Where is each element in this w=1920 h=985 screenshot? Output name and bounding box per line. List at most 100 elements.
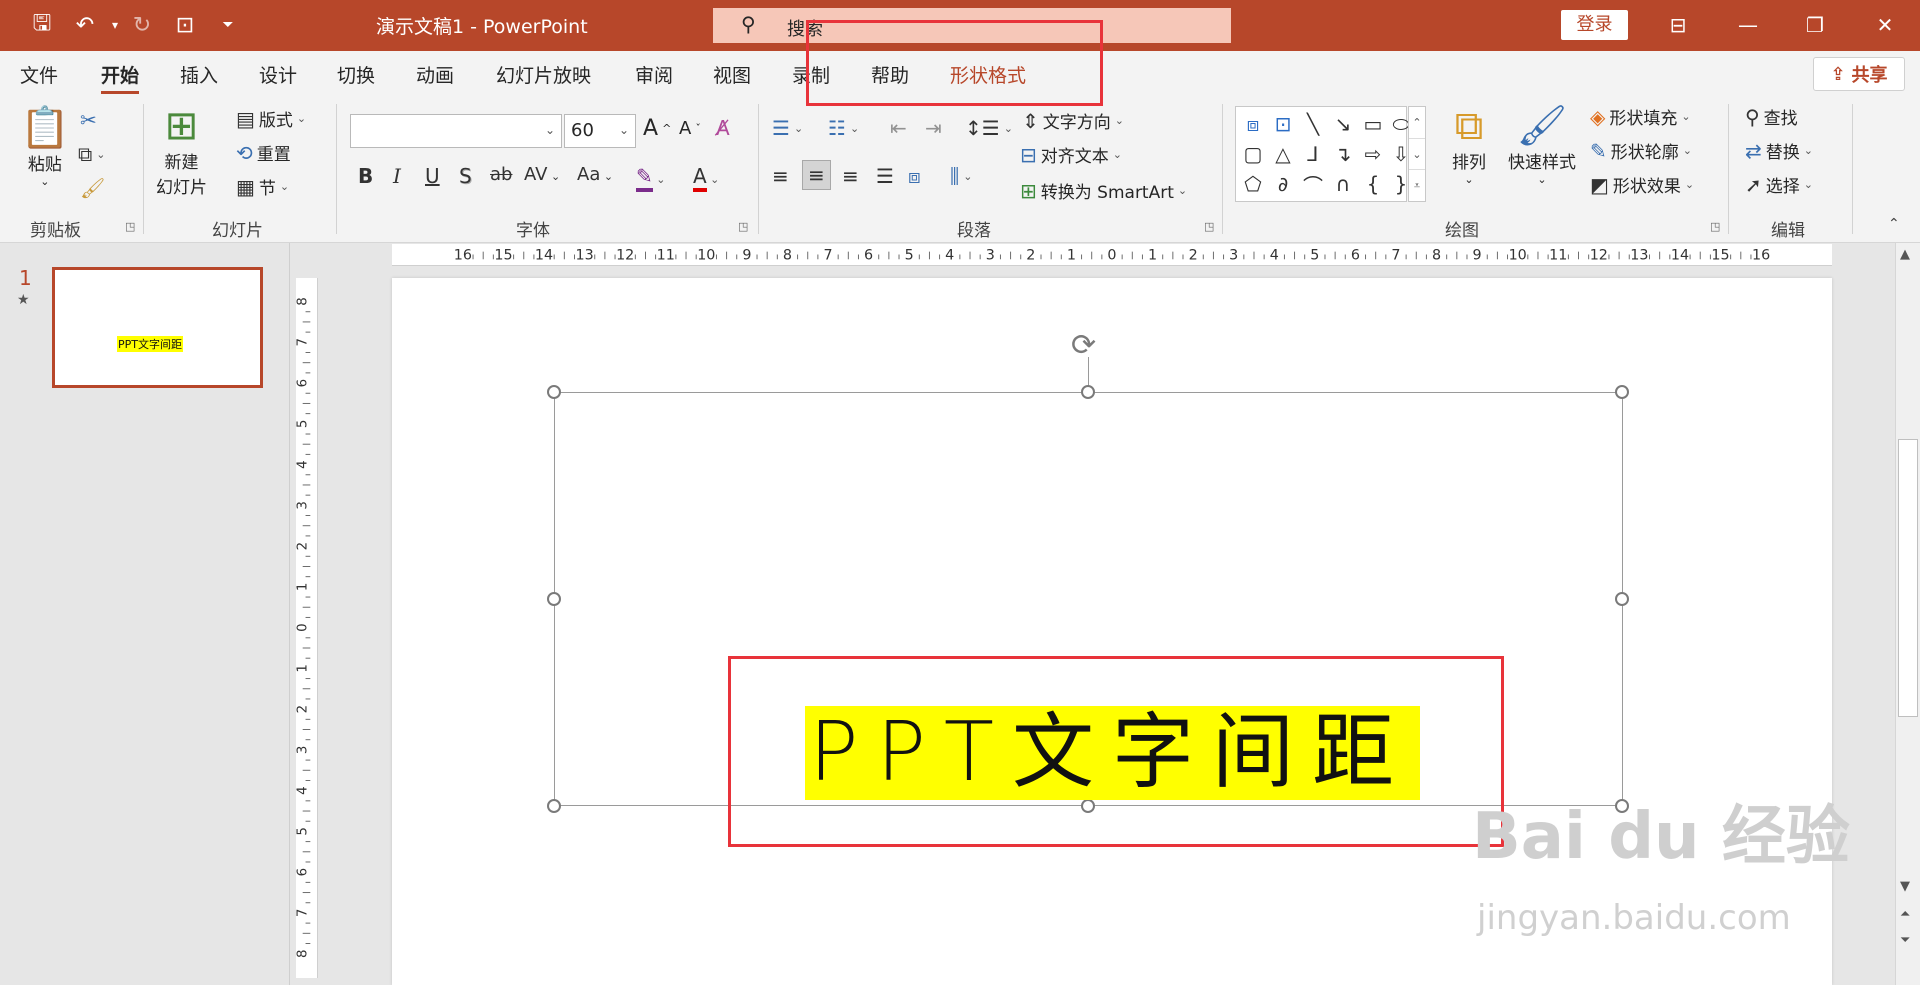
right-arrow-shape-icon[interactable]: ⇨ [1358, 139, 1388, 169]
clipboard-launcher-icon[interactable]: ◳ [125, 220, 135, 233]
tab-review[interactable]: 审阅 [635, 61, 673, 88]
align-right-button[interactable]: ≡ [842, 164, 859, 188]
cut-button[interactable]: ✂ [80, 108, 97, 132]
select-button[interactable]: ➚ 选择 ⌄ [1745, 172, 1813, 198]
scroll-down-icon[interactable]: ▼ [1900, 879, 1910, 894]
columns-button[interactable]: ⫼ ⌄ [950, 164, 972, 188]
tab-animations[interactable]: 动画 [416, 61, 454, 88]
save-icon[interactable]: 🖫 [27, 10, 57, 40]
vertical-scrollbar[interactable]: ▲ ▼ ⏶ ⏷ [1895, 243, 1920, 985]
collapse-ribbon-icon[interactable]: ⌃ [1888, 216, 1900, 232]
copy-button[interactable]: ⧉ ⌄ [78, 142, 106, 166]
elbow-arrow-shape-icon[interactable]: ↴ [1328, 139, 1358, 169]
triangle-shape-icon[interactable]: △ [1268, 139, 1298, 169]
find-button[interactable]: ⚲ 查找 [1745, 104, 1798, 130]
bold-button[interactable]: B [358, 164, 373, 188]
arc-shape-icon[interactable]: ⌒ [1298, 169, 1328, 199]
text-direction-button[interactable]: ⇕ 文字方向 ⌄ [1022, 108, 1124, 134]
resize-handle-top-right[interactable] [1615, 385, 1629, 399]
shape-outline-button[interactable]: ✎ 形状轮廓 ⌄ [1590, 138, 1692, 164]
customize-quick-access-icon[interactable]: ⏷ [213, 10, 243, 40]
shape-effects-button[interactable]: ◩ 形状效果 ⌄ [1590, 172, 1694, 198]
reset-button[interactable]: ⟲ 重置 [236, 140, 291, 166]
paragraph-launcher-icon[interactable]: ◳ [1204, 220, 1214, 233]
tab-insert[interactable]: 插入 [180, 61, 218, 88]
elbow-connector-shape-icon[interactable]: ⅃ [1298, 139, 1328, 169]
undo-icon[interactable]: ↶ [70, 10, 100, 40]
underline-button[interactable]: U [425, 164, 440, 188]
clear-formatting-button[interactable]: A̸ [716, 116, 730, 140]
tab-slideshow[interactable]: 幻灯片放映 [496, 61, 591, 88]
present-icon[interactable]: ⊡ [170, 10, 200, 40]
justify-button[interactable]: ☰ [876, 164, 894, 188]
vertical-textbox-shape-icon[interactable]: ⊡ [1268, 109, 1298, 139]
align-text-button[interactable]: ⊟ 对齐文本 ⌄ [1020, 142, 1122, 168]
resize-handle-top-left[interactable] [547, 385, 561, 399]
numbering-button[interactable]: ☷ ⌄ [828, 116, 859, 140]
font-size-select[interactable]: 60 ⌄ [564, 114, 636, 148]
close-icon[interactable]: ✕ [1865, 8, 1905, 42]
undo-dropdown-icon[interactable]: ▾ [100, 10, 130, 40]
tab-view[interactable]: 视图 [713, 61, 751, 88]
arrange-button[interactable]: ⧉ 排列 ⌄ [1452, 104, 1486, 186]
convert-smartart-button[interactable]: ⊞ 转换为 SmartArt ⌄ [1020, 178, 1187, 204]
share-button[interactable]: ⇪ 共享 [1813, 57, 1905, 91]
scribble-shape-icon[interactable]: ∂ [1268, 169, 1298, 199]
resize-handle-left[interactable] [547, 592, 561, 606]
minimize-icon[interactable]: — [1728, 8, 1768, 42]
more-shapes-icon[interactable]: ⩡ [1409, 169, 1425, 200]
resize-handle-bottom-left[interactable] [547, 799, 561, 813]
shape-fill-button[interactable]: ◈ 形状填充 ⌄ [1590, 104, 1691, 130]
line-shape-icon[interactable]: ╲ [1298, 109, 1328, 139]
new-slide-button[interactable]: ⊞ 新建 幻灯片 [156, 104, 207, 198]
redo-icon[interactable]: ↻ [127, 10, 157, 40]
shapes-gallery-scroll[interactable]: ⌃ ⌄ ⩡ [1408, 106, 1426, 202]
character-spacing-button[interactable]: AV ⌄ [524, 164, 560, 185]
restore-icon[interactable]: ❐ [1795, 8, 1835, 42]
bullets-button[interactable]: ☰ ⌄ [772, 116, 803, 140]
quick-styles-button[interactable]: 🖌 快速样式 ⌄ [1508, 104, 1576, 186]
tab-transitions[interactable]: 切换 [337, 61, 375, 88]
change-case-button[interactable]: Aa ⌄ [577, 164, 613, 185]
line-spacing-button[interactable]: ↕☰ ⌄ [965, 116, 1013, 140]
font-launcher-icon[interactable]: ◳ [738, 220, 748, 233]
format-painter-button[interactable]: 🖌 [80, 176, 105, 200]
slide-thumbnail[interactable]: PPT文字间距 [52, 267, 263, 388]
scrollbar-thumb[interactable] [1898, 439, 1918, 717]
chevron-down-icon[interactable]: ⌄ [1409, 138, 1425, 169]
strikethrough-button[interactable]: ab [490, 164, 512, 185]
replace-button[interactable]: ⇄ 替换 ⌄ [1745, 138, 1813, 164]
grow-font-button[interactable]: A ^ [643, 116, 671, 141]
font-name-select[interactable]: ⌄ [350, 114, 562, 148]
chevron-up-icon[interactable]: ⌃ [1409, 107, 1425, 138]
shrink-font-button[interactable]: Aˇ [679, 118, 701, 139]
scroll-up-icon[interactable]: ▲ [1900, 247, 1910, 262]
tab-file[interactable]: 文件 [20, 61, 58, 88]
tab-design[interactable]: 设计 [259, 61, 297, 88]
font-color-button[interactable]: A ⌄ [693, 164, 719, 192]
rounded-rectangle-shape-icon[interactable]: ▢ [1238, 139, 1268, 169]
login-button[interactable]: 登录 [1561, 10, 1628, 40]
section-button[interactable]: ▦ 节 ⌄ [236, 174, 289, 200]
freeform-shape-icon[interactable]: ⬠ [1238, 169, 1268, 199]
left-brace-shape-icon[interactable]: { [1358, 169, 1388, 199]
highlight-color-button[interactable]: ✎ ⌄ [636, 164, 665, 192]
next-slide-icon[interactable]: ⏷ [1900, 933, 1910, 948]
resize-handle-top[interactable] [1081, 385, 1095, 399]
tab-home[interactable]: 开始 [101, 61, 140, 94]
align-center-button[interactable]: ≡ [802, 160, 831, 190]
ribbon-display-options-icon[interactable]: ⊟ [1658, 8, 1698, 42]
distributed-button[interactable]: ⧈ [908, 164, 921, 188]
layout-button[interactable]: ▤ 版式 ⌄ [236, 106, 306, 132]
italic-button[interactable]: I [393, 164, 401, 188]
text-shadow-button[interactable]: S [459, 164, 472, 188]
rectangle-shape-icon[interactable]: ▭ [1358, 109, 1388, 139]
textbox-shape-icon[interactable]: ⧈ [1238, 109, 1268, 139]
resize-handle-right[interactable] [1615, 592, 1629, 606]
arrow-line-shape-icon[interactable]: ↘ [1328, 109, 1358, 139]
paste-button[interactable]: 📋 粘贴 ⌄ [20, 106, 70, 188]
align-left-button[interactable]: ≡ [772, 164, 789, 188]
drawing-launcher-icon[interactable]: ◳ [1710, 220, 1720, 233]
curve-shape-icon[interactable]: ∩ [1328, 169, 1358, 199]
increase-indent-button[interactable]: ⇥ [925, 116, 942, 140]
